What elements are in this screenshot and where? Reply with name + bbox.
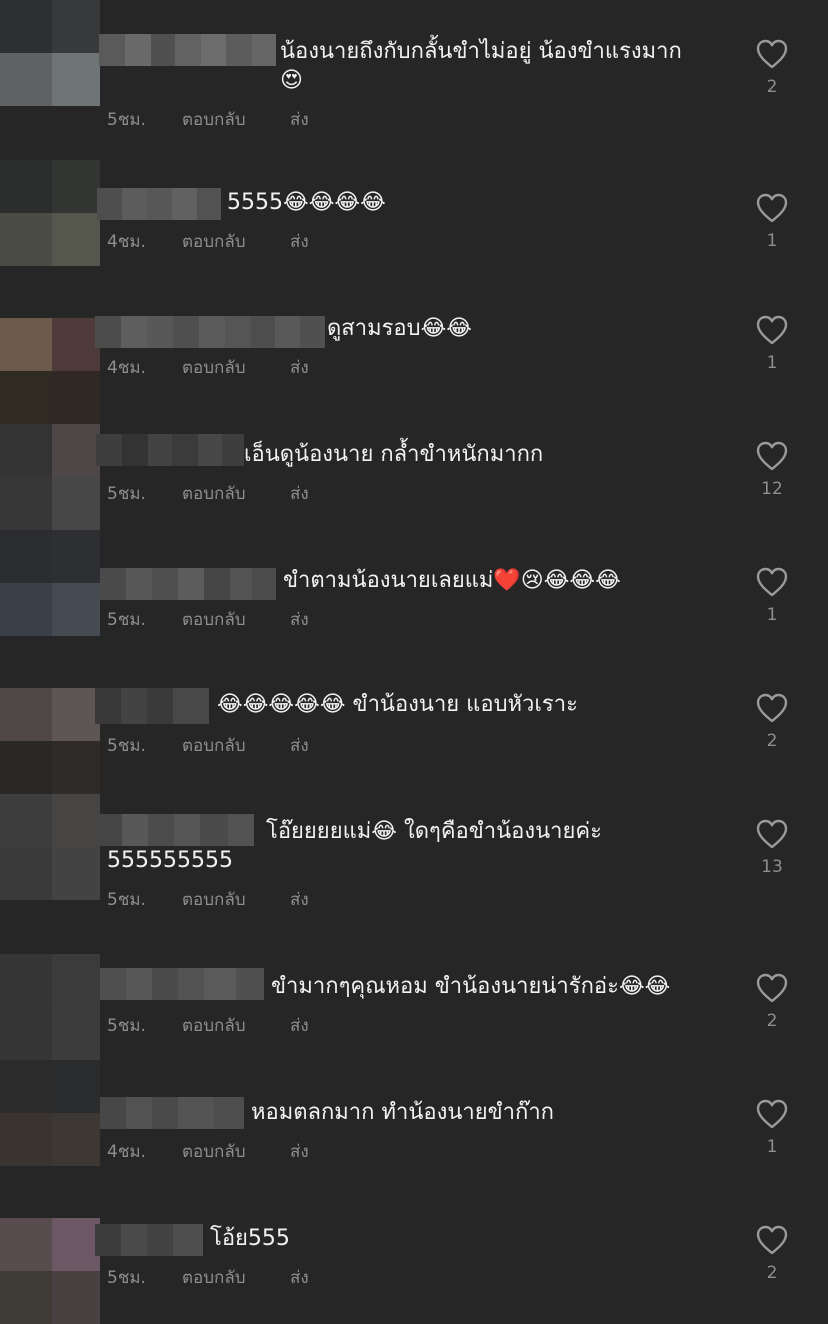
username-blurred[interactable] [97,188,221,220]
timestamp: 4ชม. [107,1142,146,1162]
like-control: 13 [748,818,796,877]
like-control: 1 [748,1098,796,1157]
avatar[interactable] [0,688,100,794]
comment-meta: 5ชม. ตอบกลับ ส่ง [107,735,309,757]
comment-meta: 5ชม. ตอบกลับ ส่ง [107,109,309,131]
comment-text: 😂😂😂😂😂 ขำน้องนาย แอบหัวเราะ [210,692,578,717]
heart-outline-icon[interactable] [755,38,789,70]
username-blurred[interactable] [100,1097,244,1129]
like-count: 1 [766,231,778,251]
timestamp: 5ชม. [107,484,146,504]
reply-button[interactable]: ตอบกลับ [182,1267,290,1289]
comment-meta: 4ชม. ตอบกลับ ส่ง [107,1141,309,1163]
like-count: 2 [766,77,778,97]
heart-outline-icon[interactable] [755,1224,789,1256]
comment-text: หอมตลกมาก ทำน้องนายขำก๊าก [244,1100,554,1125]
reply-button[interactable]: ตอบกลับ [182,231,290,253]
timestamp: 4ชม. [107,232,146,252]
comment-text: โอ้ย555 [203,1226,290,1251]
comment-text: ขำมากๆคุณหอม ขำน้องนายน่ารักอ่ะ😂😂 [264,974,671,999]
share-button[interactable]: ส่ง [290,483,309,505]
reply-button[interactable]: ตอบกลับ [182,1015,290,1037]
username-blurred[interactable] [95,688,209,724]
share-button[interactable]: ส่ง [290,735,309,757]
avatar[interactable] [0,794,100,900]
comment-meta: 5ชม. ตอบกลับ ส่ง [107,1267,309,1289]
heart-outline-icon[interactable] [755,972,789,1004]
like-control: 2 [748,38,796,97]
avatar[interactable] [0,424,100,530]
reply-button[interactable]: ตอบกลับ [182,109,290,131]
like-control: 2 [748,692,796,751]
heart-outline-icon[interactable] [755,566,789,598]
avatar[interactable] [0,318,100,424]
share-button[interactable]: ส่ง [290,231,309,253]
like-control: 1 [748,314,796,373]
reply-button[interactable]: ตอบกลับ [182,483,290,505]
reply-button[interactable]: ตอบกลับ [182,889,290,911]
avatar[interactable] [0,160,100,266]
heart-outline-icon[interactable] [755,314,789,346]
username-blurred[interactable] [100,568,276,600]
comment-meta: 5ชม. ตอบกลับ ส่ง [107,1015,309,1037]
like-count: 1 [766,1137,778,1157]
comment-meta: 4ชม. ตอบกลับ ส่ง [107,357,309,379]
timestamp: 5ชม. [107,110,146,130]
timestamp: 5ชม. [107,1016,146,1036]
username-blurred[interactable] [99,34,276,66]
like-count: 13 [761,857,783,877]
share-button[interactable]: ส่ง [290,109,309,131]
share-button[interactable]: ส่ง [290,1015,309,1037]
like-control: 1 [748,192,796,251]
comment-text: 5555😂😂😂😂 [227,190,386,215]
like-count: 2 [766,731,778,751]
like-control: 12 [748,440,796,499]
like-count: 2 [766,1263,778,1283]
heart-outline-icon[interactable] [755,192,789,224]
timestamp: 4ชม. [107,358,146,378]
reply-button[interactable]: ตอบกลับ [182,735,290,757]
share-button[interactable]: ส่ง [290,889,309,911]
like-control: 2 [748,1224,796,1283]
avatar[interactable] [0,954,100,1060]
timestamp: 5ชม. [107,1268,146,1288]
avatar[interactable] [0,530,100,636]
timestamp: 5ชม. [107,610,146,630]
like-count: 2 [766,1011,778,1031]
share-button[interactable]: ส่ง [290,357,309,379]
comment-text: ขำตามน้องนายเลยแม่❤️😢😂😂😂 [276,568,621,593]
share-button[interactable]: ส่ง [290,1267,309,1289]
reply-button[interactable]: ตอบกลับ [182,1141,290,1163]
like-control: 2 [748,972,796,1031]
comment-text: เอ็นดูน้องนาย กล้ำขำหนักมากก [244,442,544,467]
username-blurred[interactable] [96,434,244,466]
comment-text: โอ๊ยยยยแม่😂 ใดๆคือขำน้องนายค่ะ 555555555 [107,819,602,873]
like-count: 1 [766,605,778,625]
username-blurred[interactable] [100,968,264,1000]
username-blurred[interactable] [95,1224,203,1256]
reply-button[interactable]: ตอบกลับ [182,609,290,631]
timestamp: 5ชม. [107,736,146,756]
heart-outline-icon[interactable] [755,1098,789,1130]
comment-meta: 4ชม. ตอบกลับ ส่ง [107,231,309,253]
reply-button[interactable]: ตอบกลับ [182,357,290,379]
timestamp: 5ชม. [107,890,146,910]
comment-text: ดูสามรอบ😂😂 [327,316,472,341]
comment-meta: 5ชม. ตอบกลับ ส่ง [107,609,309,631]
share-button[interactable]: ส่ง [290,609,309,631]
like-count: 1 [766,353,778,373]
avatar[interactable] [0,0,100,106]
like-control: 1 [748,566,796,625]
avatar[interactable] [0,1060,100,1166]
heart-outline-icon[interactable] [755,692,789,724]
comment-meta: 5ชม. ตอบกลับ ส่ง [107,889,309,911]
comment-text: น้องนายถึงกับกลั้นขำไม่อยู่ น้องขำแรงมาก… [280,39,682,93]
heart-outline-icon[interactable] [755,440,789,472]
share-button[interactable]: ส่ง [290,1141,309,1163]
comment-meta: 5ชม. ตอบกลับ ส่ง [107,483,309,505]
avatar[interactable] [0,1218,100,1324]
username-blurred[interactable] [95,316,325,348]
like-count: 12 [761,479,783,499]
heart-outline-icon[interactable] [755,818,789,850]
